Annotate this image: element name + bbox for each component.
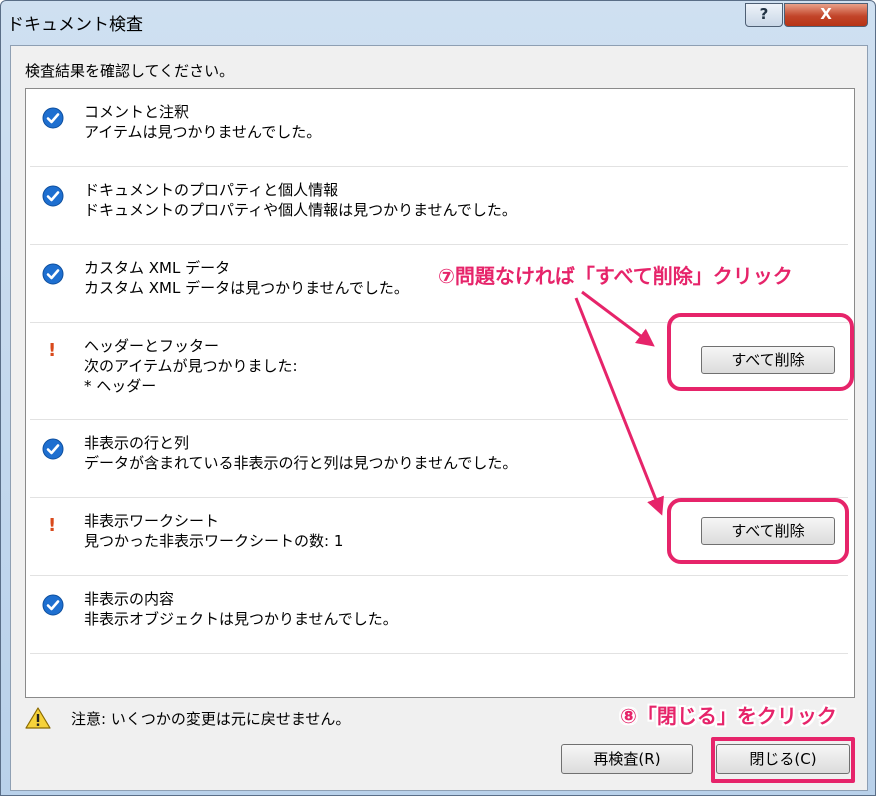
result-title: カスタム XML データ <box>84 259 231 277</box>
result-title: 非表示の内容 <box>84 590 175 608</box>
result-detail: データが含まれている非表示の行と列は見つかりませんでした。 <box>84 454 518 472</box>
check-icon <box>42 594 64 616</box>
check-icon <box>42 263 64 285</box>
annotation-step8: ⑧「閉じる」をクリック <box>620 704 837 728</box>
result-title: ヘッダーとフッター <box>84 337 220 355</box>
remove-all-button[interactable]: すべて削除 <box>701 346 835 374</box>
result-title: ドキュメントのプロパティと個人情報 <box>84 181 339 199</box>
result-item-hidden-content: 非表示の内容 非表示オブジェクトは見つかりませんでした。 <box>30 576 848 654</box>
title-bar[interactable]: ドキュメント検査 ? X <box>1 1 875 41</box>
exclamation-icon: ! <box>48 340 57 361</box>
result-detail: 非表示オブジェクトは見つかりませんでした。 <box>84 610 398 628</box>
check-icon <box>42 107 64 129</box>
warning-text: 注意: いくつかの変更は元に戻せません。 <box>71 710 351 728</box>
close-button[interactable]: 閉じる(C) <box>716 744 850 774</box>
remove-all-button[interactable]: すべて削除 <box>701 517 835 545</box>
check-icon <box>42 438 64 460</box>
result-item-hidden-worksheets: ! 非表示ワークシート 見つかった非表示ワークシートの数: 1 すべて削除 <box>30 498 848 576</box>
result-item-properties: ドキュメントのプロパティと個人情報 ドキュメントのプロパティや個人情報は見つかり… <box>30 167 848 245</box>
result-title: 非表示の行と列 <box>84 434 190 452</box>
result-detail: ドキュメントのプロパティや個人情報は見つかりませんでした。 <box>84 201 517 219</box>
warning-triangle-icon <box>25 706 51 730</box>
check-icon <box>42 185 64 207</box>
result-detail: カスタム XML データは見つかりませんでした。 <box>84 279 409 297</box>
inspection-results-list[interactable]: コメントと注釈 アイテムは見つかりませんでした。 ドキュメントのプロパティと個人… <box>25 88 855 698</box>
result-detail: 見つかった非表示ワークシートの数: 1 <box>84 532 344 550</box>
exclamation-icon: ! <box>48 515 57 536</box>
reinspect-button[interactable]: 再検査(R) <box>561 744 693 774</box>
result-detail: 次のアイテムが見つかりました: <box>84 357 298 375</box>
dialog-body: 検査結果を確認してください。 コメントと注釈 アイテムは見つかりませんでした。 … <box>10 45 868 791</box>
document-inspector-window: ドキュメント検査 ? X 検査結果を確認してください。 コメントと注釈 アイテム… <box>0 0 876 796</box>
result-item-header-footer: ! ヘッダーとフッター 次のアイテムが見つかりました: * ヘッダー すべて削除 <box>30 323 848 420</box>
result-title: 非表示ワークシート <box>84 512 220 530</box>
window-title: ドキュメント検査 <box>7 15 143 35</box>
annotation-step7: ⑦問題なければ「すべて削除」クリック <box>438 264 793 288</box>
close-window-button[interactable]: X <box>784 3 868 27</box>
result-detail: アイテムは見つかりませんでした。 <box>84 123 322 141</box>
result-title: コメントと注釈 <box>84 103 190 121</box>
result-item-comments: コメントと注釈 アイテムは見つかりませんでした。 <box>30 89 848 167</box>
help-button[interactable]: ? <box>745 3 783 27</box>
instruction-text: 検査結果を確認してください。 <box>25 62 235 80</box>
result-item-hidden-rows-columns: 非表示の行と列 データが含まれている非表示の行と列は見つかりませんでした。 <box>30 420 848 498</box>
result-detail: * ヘッダー <box>84 377 157 395</box>
